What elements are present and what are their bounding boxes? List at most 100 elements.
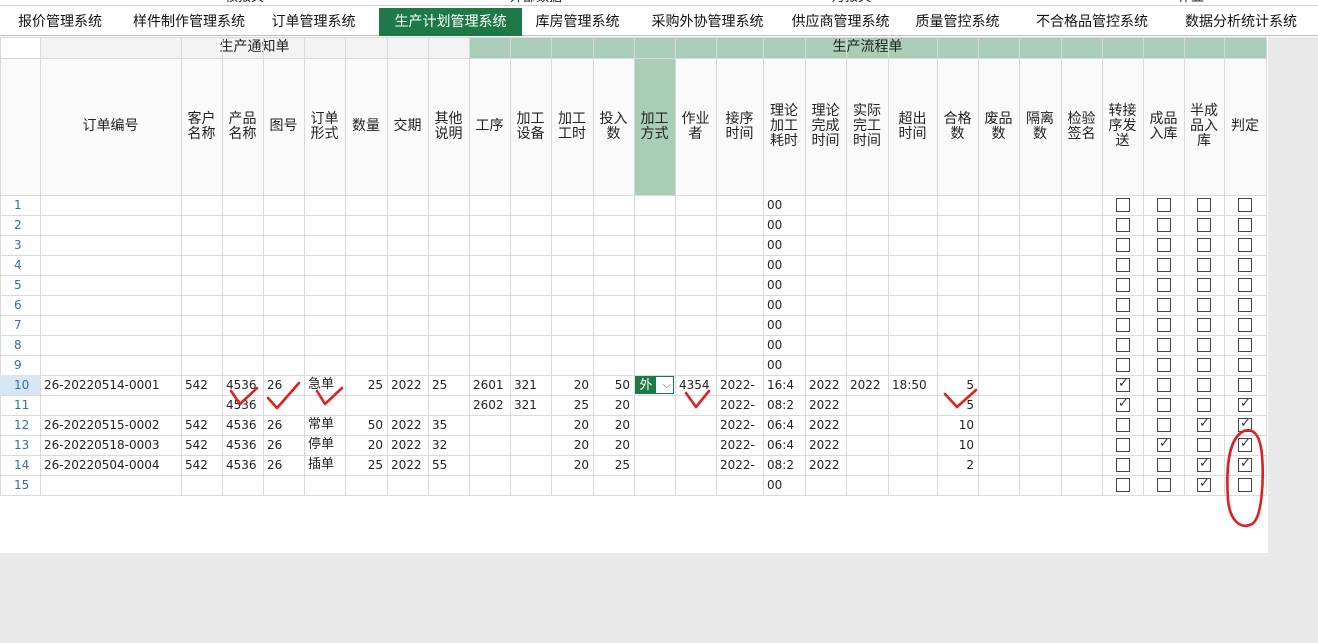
judgement-checkbox[interactable] (1238, 218, 1252, 232)
row-number[interactable]: 10 (0, 375, 40, 395)
finished-stock-checkbox[interactable] (1157, 418, 1171, 432)
cell-prod[interactable]: 4536 (226, 415, 259, 435)
semi-stock-checkbox[interactable] (1197, 358, 1211, 372)
cell-tdone[interactable]: 2022 (809, 375, 842, 395)
row-number[interactable]: 3 (0, 235, 40, 255)
cell-qty[interactable]: 25 (349, 375, 383, 395)
cell-qty[interactable]: 20 (349, 435, 383, 455)
column-header-1[interactable]: 订单编号 (40, 58, 181, 195)
cell-note[interactable]: 32 (432, 435, 465, 455)
cell-draw[interactable]: 26 (267, 375, 300, 395)
cell-note[interactable]: 25 (432, 375, 465, 395)
cell-form[interactable]: 急单 (308, 375, 341, 395)
column-header-11[interactable]: 加工 工时 (551, 58, 593, 195)
cell-hours[interactable]: 20 (555, 435, 589, 455)
cell-hours[interactable]: 25 (555, 395, 589, 415)
transfer-checkbox[interactable] (1116, 198, 1130, 212)
tab-3[interactable]: 订单管理系统 (266, 8, 361, 36)
transfer-checkbox[interactable] (1116, 438, 1130, 452)
cell-form[interactable]: 停单 (308, 435, 341, 455)
column-header-10[interactable]: 加工 设备 (510, 58, 551, 195)
column-header-3[interactable]: 产品 名称 (222, 58, 263, 195)
cell-adone[interactable]: 2022 (850, 375, 884, 395)
semi-stock-checkbox[interactable] (1197, 218, 1211, 232)
column-header-7[interactable]: 交期 (387, 58, 428, 195)
cell-theory[interactable]: 00 (767, 335, 801, 355)
semi-stock-checkbox[interactable] (1197, 278, 1211, 292)
judgement-checkbox[interactable] (1238, 416, 1252, 432)
cell-cust[interactable]: 542 (185, 415, 218, 435)
tab-8[interactable]: 质量管控系统 (900, 8, 1015, 36)
cell-equip[interactable]: 321 (514, 375, 547, 395)
column-header-6[interactable]: 数量 (345, 58, 387, 195)
tab-5[interactable]: 库房管理系统 (527, 8, 628, 36)
cell-tdone[interactable]: 2022 (809, 435, 842, 455)
finished-stock-checkbox[interactable] (1157, 398, 1171, 412)
semi-stock-checkbox[interactable] (1197, 318, 1211, 332)
cell-note[interactable]: 55 (432, 455, 465, 475)
semi-stock-checkbox[interactable] (1197, 416, 1211, 432)
semi-stock-checkbox[interactable] (1197, 338, 1211, 352)
cell-recv[interactable]: 2022- (720, 395, 759, 415)
tab-1[interactable]: 报价管理系统 (7, 8, 113, 36)
judgement-checkbox[interactable] (1238, 198, 1252, 212)
semi-stock-checkbox[interactable] (1197, 258, 1211, 272)
cell-hours[interactable]: 20 (555, 455, 589, 475)
transfer-checkbox[interactable] (1116, 278, 1130, 292)
row-number[interactable]: 5 (0, 275, 40, 295)
semi-stock-checkbox[interactable] (1197, 456, 1211, 472)
tab-10[interactable]: 数据分析统计系统 (1169, 8, 1313, 36)
semi-stock-checkbox[interactable] (1197, 378, 1211, 392)
cell-due[interactable]: 2022 (391, 455, 424, 475)
column-header-22[interactable]: 隔离 数 (1019, 58, 1061, 195)
transfer-checkbox[interactable] (1116, 218, 1130, 232)
row-number[interactable]: 7 (0, 315, 40, 335)
transfer-checkbox[interactable] (1116, 298, 1130, 312)
semi-stock-checkbox[interactable] (1197, 238, 1211, 252)
cell-tdone[interactable]: 2022 (809, 415, 842, 435)
column-header-23[interactable]: 检验 签名 (1061, 58, 1102, 195)
cell-cust[interactable]: 542 (185, 435, 218, 455)
column-header-24[interactable]: 转接 序发 送 (1102, 58, 1143, 195)
transfer-checkbox[interactable] (1116, 338, 1130, 352)
finished-stock-checkbox[interactable] (1157, 358, 1171, 372)
transfer-checkbox[interactable] (1116, 396, 1130, 412)
column-header-13[interactable]: 加工 方式 (634, 58, 675, 195)
tab-4[interactable]: 生产计划管理系统 (379, 8, 522, 36)
cell-tdone[interactable]: 2022 (809, 455, 842, 475)
cell-equip[interactable]: 321 (514, 395, 547, 415)
cell-cust[interactable]: 542 (185, 375, 218, 395)
row-number[interactable]: 15 (0, 475, 40, 495)
tab-6[interactable]: 采购外协管理系统 (636, 8, 779, 36)
cell-input[interactable]: 20 (597, 395, 630, 415)
cell-theory[interactable]: 00 (767, 255, 801, 275)
semi-stock-checkbox[interactable] (1197, 438, 1211, 452)
judgement-checkbox[interactable] (1238, 378, 1252, 392)
judgement-checkbox[interactable] (1238, 258, 1252, 272)
cell-draw[interactable]: 26 (267, 435, 300, 455)
cell-due[interactable]: 2022 (391, 375, 424, 395)
row-number[interactable]: 13 (0, 435, 40, 455)
cell-theory[interactable]: 16:4 (767, 375, 801, 395)
cell-ok[interactable]: 5 (941, 375, 974, 395)
cell-qty[interactable]: 50 (349, 415, 383, 435)
cell-theory[interactable]: 00 (767, 275, 801, 295)
finished-stock-checkbox[interactable] (1157, 338, 1171, 352)
transfer-checkbox[interactable] (1116, 458, 1130, 472)
column-header-12[interactable]: 投入 数 (593, 58, 634, 195)
column-header-25[interactable]: 成品 入库 (1143, 58, 1184, 195)
judgement-checkbox[interactable] (1238, 436, 1252, 452)
judgement-checkbox[interactable] (1238, 238, 1252, 252)
cell-input[interactable]: 20 (597, 435, 630, 455)
finished-stock-checkbox[interactable] (1157, 278, 1171, 292)
cell-hours[interactable]: 20 (555, 415, 589, 435)
cell-ok[interactable]: 10 (941, 415, 974, 435)
judgement-checkbox[interactable] (1238, 318, 1252, 332)
cell-over[interactable]: 18:50 (892, 375, 933, 395)
column-header-8[interactable]: 其他 说明 (428, 58, 469, 195)
cell-theory[interactable]: 00 (767, 235, 801, 255)
cell-order[interactable]: 26-20220514-0001 (44, 375, 177, 395)
cell-input[interactable]: 25 (597, 455, 630, 475)
cell-form[interactable]: 插单 (308, 455, 341, 475)
column-header-19[interactable]: 超出 时间 (888, 58, 937, 195)
